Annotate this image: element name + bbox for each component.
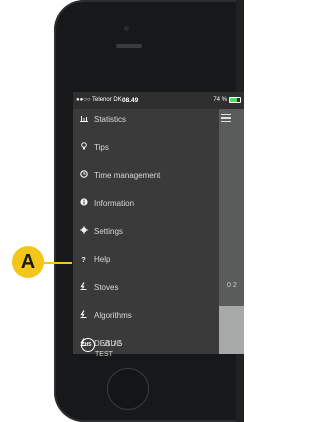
speaker-grille xyxy=(116,44,142,48)
battery-icon xyxy=(229,97,241,103)
phone-screen: ●●○○ Telenor DK 08.49 74 % Statistics Ti… xyxy=(73,92,244,354)
clock-icon xyxy=(79,170,88,180)
callout-marker: A xyxy=(12,246,44,278)
bar-chart-icon xyxy=(79,115,88,124)
menu-label: Tips xyxy=(94,142,109,152)
build-label: TEST xyxy=(95,351,113,358)
camera-icon xyxy=(124,26,129,31)
menu-item-time-management[interactable]: Time management xyxy=(79,168,160,182)
content-card-peek xyxy=(219,306,244,354)
menu-item-settings[interactable]: Settings xyxy=(79,224,123,238)
menu-label: Help xyxy=(94,254,111,264)
stove-icon xyxy=(79,310,88,320)
lightbulb-icon xyxy=(79,142,88,152)
menu-label: Settings xyxy=(94,226,123,236)
callout-pointer xyxy=(44,262,72,264)
carrier-label: ●●○○ Telenor DK xyxy=(76,97,122,103)
stove-icon xyxy=(79,282,88,292)
version-label: v1.7.5 xyxy=(103,341,123,348)
menu-item-statistics[interactable]: Statistics xyxy=(79,112,126,126)
app-logo: HS xyxy=(81,338,95,352)
gear-icon xyxy=(79,226,88,236)
menu-item-help[interactable]: ? Help xyxy=(79,252,110,266)
menu-label: Stoves xyxy=(94,282,119,292)
hamburger-menu-icon[interactable] xyxy=(221,114,231,124)
battery-fill xyxy=(230,98,238,102)
question-icon: ? xyxy=(81,254,86,264)
battery-percent: 74 % xyxy=(213,97,227,103)
menu-item-information[interactable]: Information xyxy=(79,196,134,210)
menu-label: Time management xyxy=(94,170,161,180)
battery-indicator: 74 % xyxy=(213,97,241,103)
partial-value: 0 2 xyxy=(227,282,237,289)
status-time: 08.49 xyxy=(122,97,139,104)
home-button[interactable] xyxy=(107,368,149,410)
status-bar: ●●○○ Telenor DK 08.49 74 % xyxy=(73,92,244,109)
menu-label: Statistics xyxy=(94,114,127,124)
navigation-drawer: Statistics Tips Time management Informat… xyxy=(73,109,219,354)
menu-label: Algorithms xyxy=(94,310,132,320)
menu-label: Information xyxy=(94,198,135,208)
menu-item-stoves[interactable]: Stoves xyxy=(79,280,118,294)
info-icon xyxy=(79,198,88,208)
menu-item-tips[interactable]: Tips xyxy=(79,140,109,154)
menu-item-algorithms[interactable]: Algorithms xyxy=(79,308,132,322)
